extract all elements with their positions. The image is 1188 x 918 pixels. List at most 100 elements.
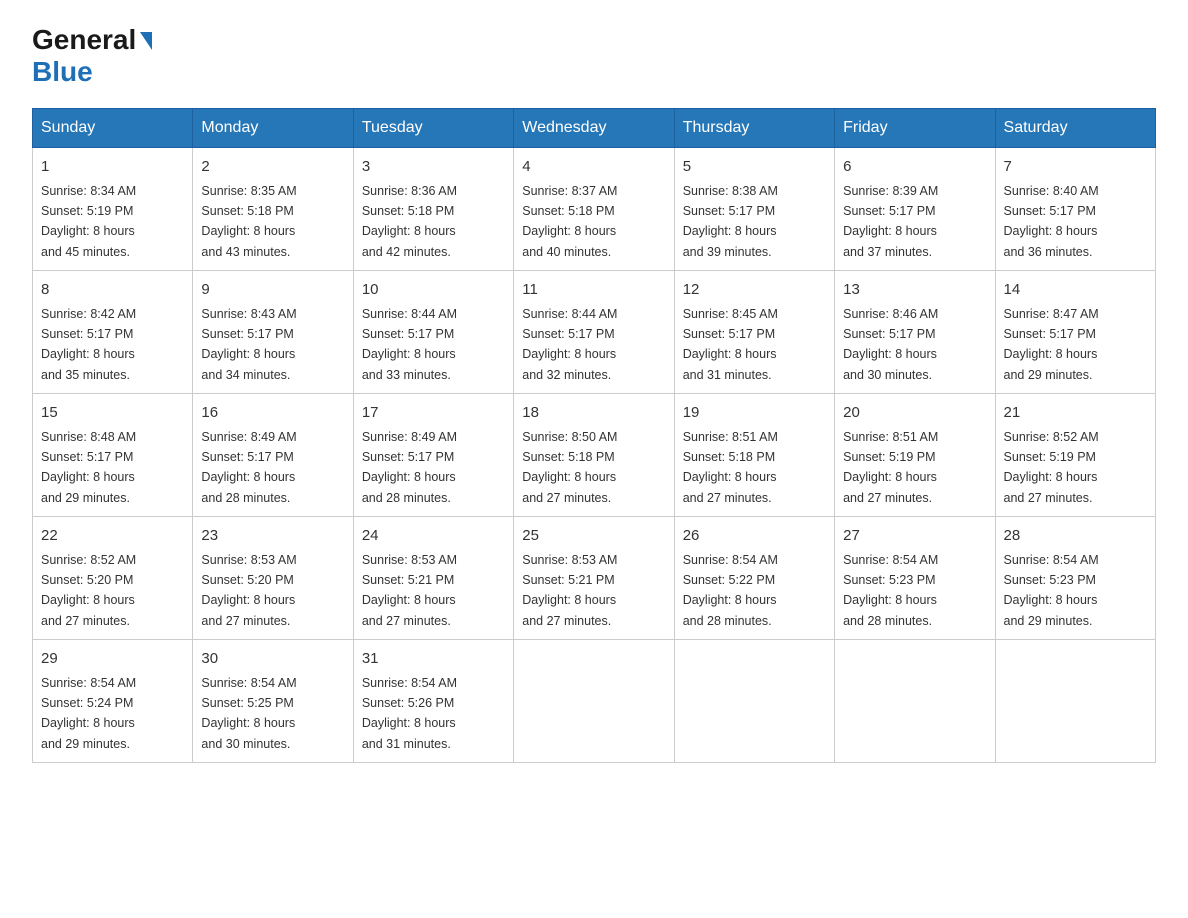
day-number: 4 <box>522 156 665 179</box>
weekday-header-monday: Monday <box>193 109 353 148</box>
calendar-cell: 1 Sunrise: 8:34 AMSunset: 5:19 PMDayligh… <box>33 148 193 271</box>
day-number: 14 <box>1004 279 1147 302</box>
calendar-week-row: 29 Sunrise: 8:54 AMSunset: 5:24 PMDaylig… <box>33 640 1156 763</box>
day-info: Sunrise: 8:54 AMSunset: 5:26 PMDaylight:… <box>362 676 457 751</box>
day-info: Sunrise: 8:53 AMSunset: 5:21 PMDaylight:… <box>362 553 457 628</box>
day-info: Sunrise: 8:48 AMSunset: 5:17 PMDaylight:… <box>41 430 136 505</box>
logo-general-text: General <box>32 24 136 56</box>
day-info: Sunrise: 8:46 AMSunset: 5:17 PMDaylight:… <box>843 307 938 382</box>
calendar-cell: 24 Sunrise: 8:53 AMSunset: 5:21 PMDaylig… <box>353 517 513 640</box>
day-number: 12 <box>683 279 826 302</box>
day-number: 20 <box>843 402 986 425</box>
day-info: Sunrise: 8:47 AMSunset: 5:17 PMDaylight:… <box>1004 307 1099 382</box>
calendar-cell: 29 Sunrise: 8:54 AMSunset: 5:24 PMDaylig… <box>33 640 193 763</box>
day-info: Sunrise: 8:54 AMSunset: 5:23 PMDaylight:… <box>843 553 938 628</box>
logo: General Blue <box>32 24 152 88</box>
calendar-week-row: 22 Sunrise: 8:52 AMSunset: 5:20 PMDaylig… <box>33 517 1156 640</box>
day-info: Sunrise: 8:49 AMSunset: 5:17 PMDaylight:… <box>201 430 296 505</box>
day-info: Sunrise: 8:44 AMSunset: 5:17 PMDaylight:… <box>362 307 457 382</box>
calendar-header-row: SundayMondayTuesdayWednesdayThursdayFrid… <box>33 109 1156 148</box>
day-info: Sunrise: 8:38 AMSunset: 5:17 PMDaylight:… <box>683 184 778 259</box>
day-number: 16 <box>201 402 344 425</box>
calendar-cell: 20 Sunrise: 8:51 AMSunset: 5:19 PMDaylig… <box>835 394 995 517</box>
day-number: 8 <box>41 279 184 302</box>
calendar-cell: 18 Sunrise: 8:50 AMSunset: 5:18 PMDaylig… <box>514 394 674 517</box>
day-info: Sunrise: 8:52 AMSunset: 5:19 PMDaylight:… <box>1004 430 1099 505</box>
day-info: Sunrise: 8:43 AMSunset: 5:17 PMDaylight:… <box>201 307 296 382</box>
calendar-cell <box>674 640 834 763</box>
day-info: Sunrise: 8:54 AMSunset: 5:22 PMDaylight:… <box>683 553 778 628</box>
day-number: 29 <box>41 648 184 671</box>
calendar-cell: 17 Sunrise: 8:49 AMSunset: 5:17 PMDaylig… <box>353 394 513 517</box>
calendar-cell: 30 Sunrise: 8:54 AMSunset: 5:25 PMDaylig… <box>193 640 353 763</box>
day-info: Sunrise: 8:35 AMSunset: 5:18 PMDaylight:… <box>201 184 296 259</box>
day-info: Sunrise: 8:53 AMSunset: 5:20 PMDaylight:… <box>201 553 296 628</box>
day-number: 26 <box>683 525 826 548</box>
calendar-cell: 14 Sunrise: 8:47 AMSunset: 5:17 PMDaylig… <box>995 271 1155 394</box>
calendar-cell: 10 Sunrise: 8:44 AMSunset: 5:17 PMDaylig… <box>353 271 513 394</box>
weekday-header-saturday: Saturday <box>995 109 1155 148</box>
calendar-week-row: 1 Sunrise: 8:34 AMSunset: 5:19 PMDayligh… <box>33 148 1156 271</box>
calendar-cell: 31 Sunrise: 8:54 AMSunset: 5:26 PMDaylig… <box>353 640 513 763</box>
calendar-cell: 22 Sunrise: 8:52 AMSunset: 5:20 PMDaylig… <box>33 517 193 640</box>
day-number: 25 <box>522 525 665 548</box>
day-number: 9 <box>201 279 344 302</box>
calendar-cell: 21 Sunrise: 8:52 AMSunset: 5:19 PMDaylig… <box>995 394 1155 517</box>
day-info: Sunrise: 8:34 AMSunset: 5:19 PMDaylight:… <box>41 184 136 259</box>
day-number: 11 <box>522 279 665 302</box>
day-number: 7 <box>1004 156 1147 179</box>
day-number: 18 <box>522 402 665 425</box>
day-number: 13 <box>843 279 986 302</box>
day-number: 19 <box>683 402 826 425</box>
day-info: Sunrise: 8:40 AMSunset: 5:17 PMDaylight:… <box>1004 184 1099 259</box>
calendar-cell <box>514 640 674 763</box>
day-number: 28 <box>1004 525 1147 548</box>
weekday-header-friday: Friday <box>835 109 995 148</box>
day-info: Sunrise: 8:51 AMSunset: 5:18 PMDaylight:… <box>683 430 778 505</box>
day-number: 15 <box>41 402 184 425</box>
day-number: 10 <box>362 279 505 302</box>
calendar-cell <box>995 640 1155 763</box>
calendar-week-row: 8 Sunrise: 8:42 AMSunset: 5:17 PMDayligh… <box>33 271 1156 394</box>
day-info: Sunrise: 8:54 AMSunset: 5:24 PMDaylight:… <box>41 676 136 751</box>
day-number: 30 <box>201 648 344 671</box>
logo-triangle-icon <box>140 32 152 50</box>
day-number: 31 <box>362 648 505 671</box>
day-info: Sunrise: 8:54 AMSunset: 5:23 PMDaylight:… <box>1004 553 1099 628</box>
day-number: 6 <box>843 156 986 179</box>
day-number: 23 <box>201 525 344 548</box>
day-number: 2 <box>201 156 344 179</box>
calendar-cell: 28 Sunrise: 8:54 AMSunset: 5:23 PMDaylig… <box>995 517 1155 640</box>
day-info: Sunrise: 8:52 AMSunset: 5:20 PMDaylight:… <box>41 553 136 628</box>
calendar-cell: 3 Sunrise: 8:36 AMSunset: 5:18 PMDayligh… <box>353 148 513 271</box>
calendar-cell: 16 Sunrise: 8:49 AMSunset: 5:17 PMDaylig… <box>193 394 353 517</box>
calendar-week-row: 15 Sunrise: 8:48 AMSunset: 5:17 PMDaylig… <box>33 394 1156 517</box>
calendar-cell: 9 Sunrise: 8:43 AMSunset: 5:17 PMDayligh… <box>193 271 353 394</box>
calendar-cell: 6 Sunrise: 8:39 AMSunset: 5:17 PMDayligh… <box>835 148 995 271</box>
calendar-cell: 26 Sunrise: 8:54 AMSunset: 5:22 PMDaylig… <box>674 517 834 640</box>
day-info: Sunrise: 8:49 AMSunset: 5:17 PMDaylight:… <box>362 430 457 505</box>
day-info: Sunrise: 8:37 AMSunset: 5:18 PMDaylight:… <box>522 184 617 259</box>
calendar-cell: 7 Sunrise: 8:40 AMSunset: 5:17 PMDayligh… <box>995 148 1155 271</box>
page-header: General Blue <box>32 24 1156 88</box>
logo-blue-text: Blue <box>32 56 93 88</box>
calendar-cell: 2 Sunrise: 8:35 AMSunset: 5:18 PMDayligh… <box>193 148 353 271</box>
weekday-header-thursday: Thursday <box>674 109 834 148</box>
day-number: 3 <box>362 156 505 179</box>
day-number: 22 <box>41 525 184 548</box>
day-number: 17 <box>362 402 505 425</box>
calendar-cell: 15 Sunrise: 8:48 AMSunset: 5:17 PMDaylig… <box>33 394 193 517</box>
weekday-header-tuesday: Tuesday <box>353 109 513 148</box>
calendar-cell <box>835 640 995 763</box>
day-number: 21 <box>1004 402 1147 425</box>
day-info: Sunrise: 8:36 AMSunset: 5:18 PMDaylight:… <box>362 184 457 259</box>
day-info: Sunrise: 8:53 AMSunset: 5:21 PMDaylight:… <box>522 553 617 628</box>
day-info: Sunrise: 8:42 AMSunset: 5:17 PMDaylight:… <box>41 307 136 382</box>
calendar-cell: 23 Sunrise: 8:53 AMSunset: 5:20 PMDaylig… <box>193 517 353 640</box>
day-info: Sunrise: 8:51 AMSunset: 5:19 PMDaylight:… <box>843 430 938 505</box>
day-number: 27 <box>843 525 986 548</box>
day-info: Sunrise: 8:44 AMSunset: 5:17 PMDaylight:… <box>522 307 617 382</box>
day-number: 5 <box>683 156 826 179</box>
weekday-header-wednesday: Wednesday <box>514 109 674 148</box>
calendar-cell: 8 Sunrise: 8:42 AMSunset: 5:17 PMDayligh… <box>33 271 193 394</box>
